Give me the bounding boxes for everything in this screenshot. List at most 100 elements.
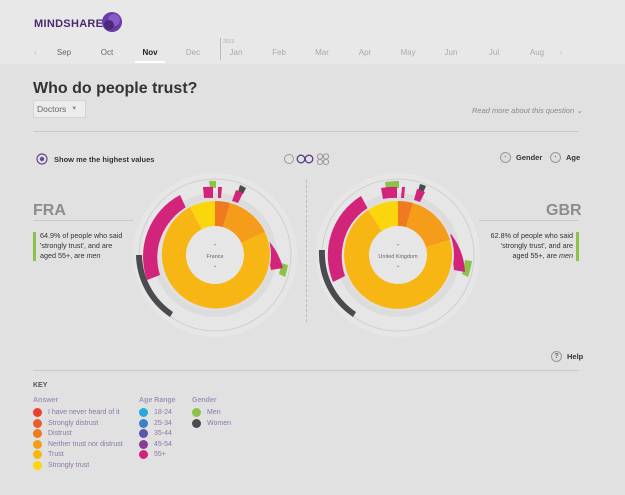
men-indicator-bar [576, 232, 579, 261]
key-divider [33, 370, 579, 371]
legend-swatch [192, 418, 201, 428]
center-up-arrow: ⌃ [213, 243, 218, 250]
age-icon: · [550, 152, 561, 163]
month-feb[interactable]: Feb [272, 48, 286, 57]
month-nov[interactable]: Nov [142, 48, 157, 57]
gender-label: Gender [516, 153, 543, 162]
timeline-next-arrow[interactable]: › [560, 48, 563, 57]
france-donut-chart[interactable]: ⌃ France ⌄ [130, 170, 300, 340]
view-mode-switcher [283, 152, 331, 170]
key-answer-strongly-distrust: Strongly distrust [33, 418, 98, 428]
month-jan[interactable]: Jan [230, 48, 243, 57]
help-label: Help [567, 352, 584, 361]
legend-swatch [33, 460, 42, 470]
country-code-left: FRA [33, 202, 66, 219]
month-oct[interactable]: Oct [101, 48, 113, 57]
center-country-label: United Kingdom [378, 254, 418, 260]
mindshare-logo-icon [102, 12, 123, 32]
month-sep[interactable]: Sep [57, 48, 71, 57]
country-code-right: GBR [546, 202, 582, 219]
key-answer-distrust: Distrust [33, 429, 72, 438]
top-bar: MINDSHARE ‹ Sep Oct Nov Dec 2013 Jan Feb… [0, 0, 625, 64]
chevron-down-icon: ⌄ [576, 106, 583, 115]
brand-name: MINDSHARE [34, 18, 104, 30]
key-answer-never-heard: I have never heard of it [33, 408, 120, 417]
page-title: Who do people trust? [33, 80, 198, 97]
age-toggle[interactable]: · Age [550, 152, 580, 163]
chart-divider [306, 180, 307, 322]
key-answer-heading: Answer [33, 397, 59, 404]
legend-swatch [139, 429, 148, 438]
legend-swatch [33, 429, 42, 438]
highest-values-toggle[interactable]: Show me the highest values [36, 153, 154, 165]
key-age-18-24: 18-24 [139, 408, 172, 417]
age-segment-55plus[interactable] [381, 186, 397, 199]
legend-swatch [192, 408, 201, 417]
legend-swatch [139, 408, 148, 417]
key-gender-heading: Gender [192, 397, 217, 404]
key-answer-neither: Neither trust nor distrust [33, 439, 123, 449]
key-age-35-44: 35-44 [139, 429, 172, 438]
read-more-link[interactable]: Read more about this question ⌄ [472, 106, 583, 115]
stat-text-right: 62.8% of people who said 'strongly trust… [488, 231, 573, 261]
year-label: 2013 [223, 39, 235, 45]
legend-swatch [33, 418, 42, 428]
country-underline-left [33, 220, 133, 221]
question-option-dropdown[interactable]: Doctors ▼ [33, 100, 86, 118]
month-apr[interactable]: Apr [359, 48, 371, 57]
year-divider [220, 38, 221, 60]
key-title: KEY [33, 382, 48, 389]
gender-icon: · [500, 152, 511, 163]
key-age-45-54: 45-54 [139, 439, 172, 449]
timeline-prev-arrow[interactable]: ‹ [34, 48, 37, 57]
age-segment-55plus[interactable] [203, 186, 213, 198]
month-timeline: ‹ Sep Oct Nov Dec 2013 Jan Feb Mar Apr M… [32, 38, 572, 64]
key-age-55plus: 55+ [139, 450, 166, 459]
highest-values-label: Show me the highest values [54, 154, 155, 164]
read-more-label: Read more about this question [472, 106, 575, 115]
legend-swatch [139, 439, 148, 449]
legend-swatch [33, 408, 42, 417]
key-gender-men: Men [192, 408, 221, 417]
dropdown-selected-value: Doctors [37, 104, 67, 114]
stat-text-left: 64.9% of people who said 'strongly trust… [40, 231, 122, 261]
key-answer-trust: Trust [33, 450, 64, 459]
help-icon: ? [551, 351, 562, 362]
legend-swatch [139, 450, 148, 459]
center-down-arrow: ⌄ [213, 263, 218, 269]
single-view-icon[interactable] [284, 154, 294, 164]
stat-line: aged 55+, are men [512, 251, 573, 260]
month-may[interactable]: May [400, 48, 415, 57]
month-jul[interactable]: Jul [489, 48, 499, 57]
gender-toggle[interactable]: · Gender [500, 152, 542, 163]
men-indicator-bar [33, 232, 36, 261]
stat-line: aged 55+, are men [40, 251, 101, 260]
grid-view-icon[interactable] [316, 153, 330, 166]
stat-line: 64.9% of people who said [40, 231, 123, 240]
stat-line: 'strongly trust', and are [40, 241, 113, 250]
header-divider [33, 131, 579, 132]
chevron-down-icon: ▼ [71, 106, 78, 112]
brand-logo[interactable]: MINDSHARE [34, 12, 123, 34]
month-jun[interactable]: Jun [445, 48, 458, 57]
target-icon [36, 153, 48, 165]
month-dec[interactable]: Dec [186, 48, 200, 57]
active-month-indicator [135, 61, 165, 63]
legend-swatch [139, 418, 148, 428]
month-aug[interactable]: Aug [530, 48, 544, 57]
age-label: Age [566, 153, 581, 162]
key-age-25-34: 25-34 [139, 418, 172, 428]
key-answer-strongly-trust: Strongly trust [33, 460, 89, 470]
legend-swatch [33, 439, 42, 449]
help-button[interactable]: ? Help [551, 351, 583, 362]
compare-view-icon[interactable] [296, 154, 314, 164]
uk-donut-chart[interactable]: ⌃ United Kingdom ⌄ [313, 170, 483, 340]
center-down-arrow: ⌄ [396, 263, 401, 269]
center-country-label: France [206, 254, 223, 260]
key-age-heading: Age Range [139, 397, 176, 404]
legend-swatch [33, 450, 42, 459]
center-up-arrow: ⌃ [396, 243, 401, 250]
month-mar[interactable]: Mar [315, 48, 329, 57]
stat-line: 62.8% of people who said [490, 231, 573, 240]
stat-line: 'strongly trust', and are [500, 241, 573, 250]
